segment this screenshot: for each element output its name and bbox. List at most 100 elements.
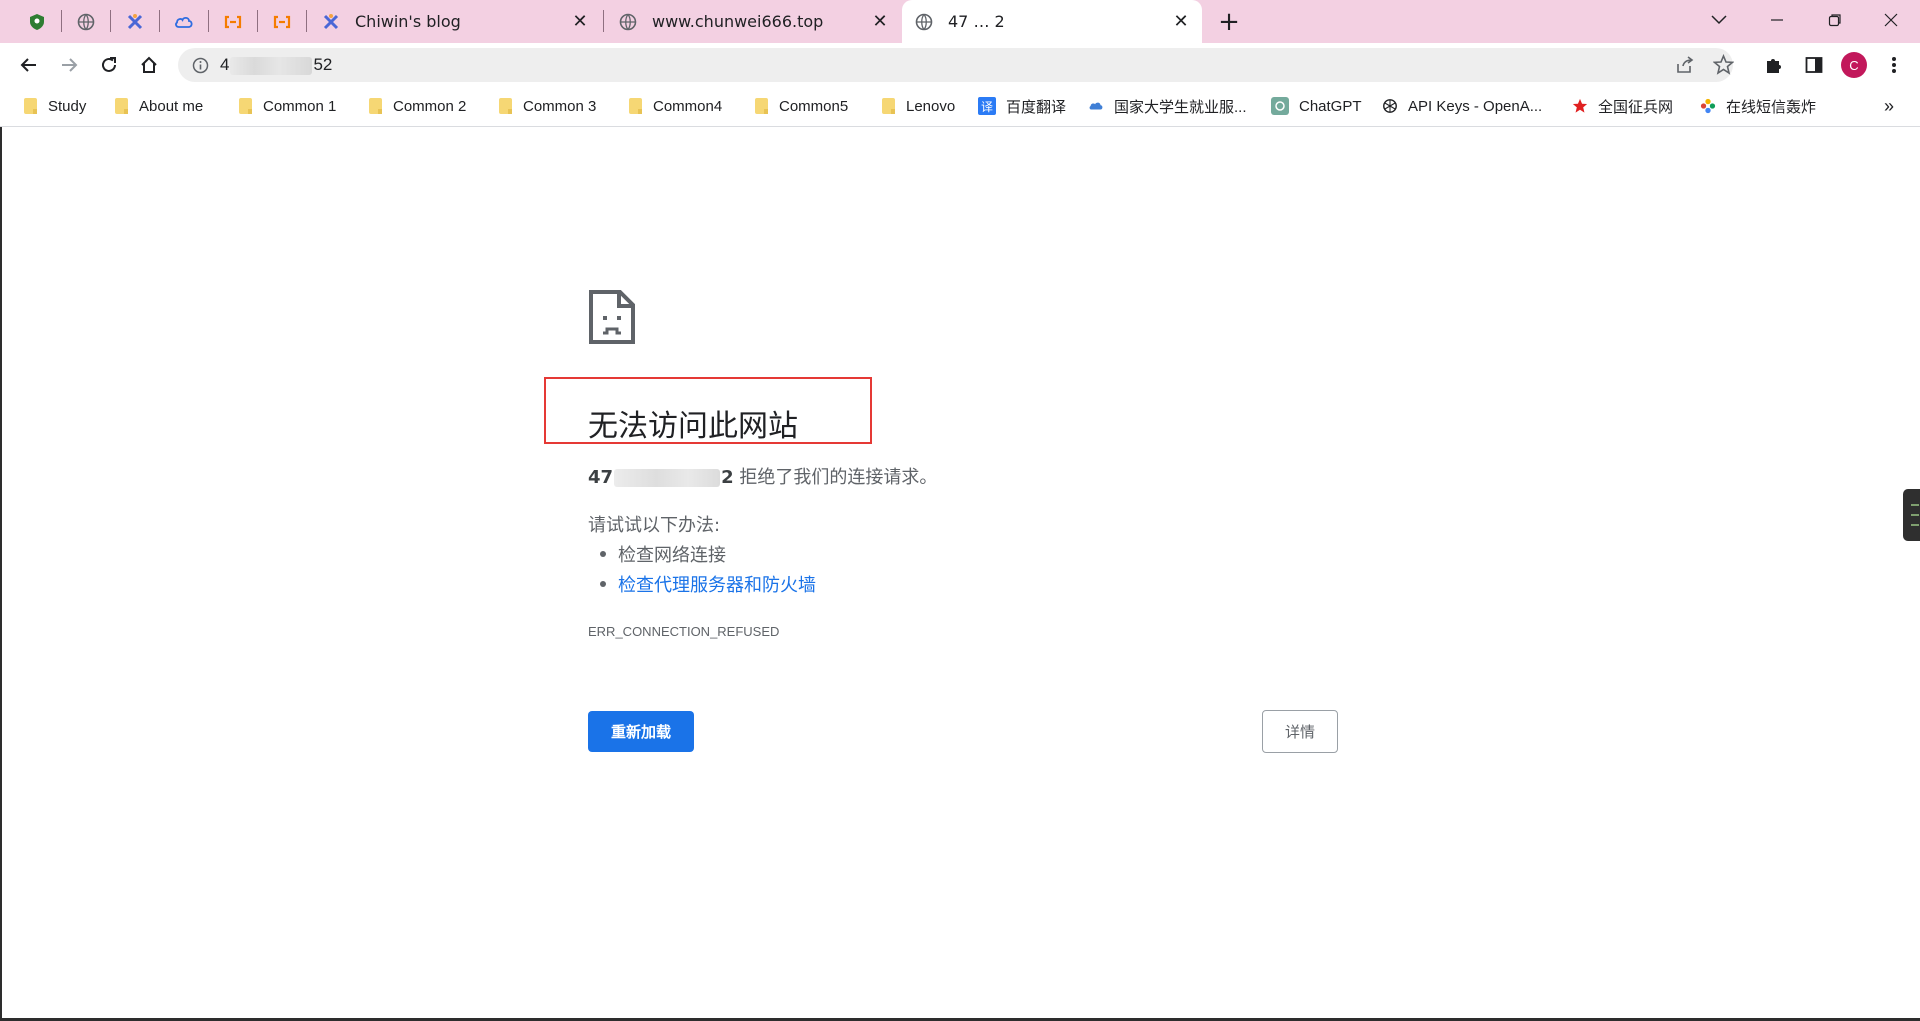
restore-button[interactable] (1806, 0, 1864, 40)
info-icon[interactable] (190, 55, 210, 75)
cloud-icon (1088, 98, 1104, 114)
reload-button[interactable]: 重新加载 (588, 711, 694, 752)
folder-icon (22, 98, 38, 114)
bookmark-folder-study[interactable]: Study (22, 86, 86, 126)
bookmark-folder-common-3[interactable]: Common 3 (497, 86, 596, 126)
tab-active-ip[interactable]: 47 … 2 ✕ (902, 0, 1202, 43)
home-icon (141, 56, 157, 73)
pinned-tab-5[interactable] (209, 0, 257, 43)
tab-search-button[interactable] (1690, 0, 1748, 40)
bookmark-folder-common-1[interactable]: Common 1 (237, 86, 336, 126)
back-button[interactable] (11, 47, 47, 83)
bookmarks-bar: Study About me Common 1 Common 2 Common … (0, 86, 1920, 127)
folder-icon (880, 98, 896, 114)
home-button[interactable] (131, 47, 167, 83)
bookmark-folder-common5[interactable]: Common5 (753, 86, 848, 126)
side-panel-icon (1805, 57, 1823, 73)
pinned-tab-3[interactable] (111, 0, 159, 43)
bookmark-sms-site[interactable]: 在线短信轰炸 (1700, 86, 1816, 126)
globe-icon (618, 12, 638, 32)
suggestion-link-proxy-firewall[interactable]: 检查代理服务器和防火墙 (600, 571, 816, 597)
avatar: C (1841, 52, 1867, 78)
plus-icon: + (1218, 6, 1240, 37)
bookmark-star-icon[interactable] (1712, 53, 1735, 79)
close-tab-icon[interactable]: ✕ (869, 11, 891, 33)
share-icon[interactable] (1675, 55, 1695, 79)
arrow-left-icon (20, 58, 36, 72)
bookmark-chatgpt[interactable]: ChatGPT (1271, 86, 1362, 126)
minimize-button[interactable] (1748, 0, 1806, 40)
menu-button[interactable] (1876, 47, 1912, 83)
close-icon (1884, 13, 1898, 27)
url-text: 4 52 (220, 55, 333, 75)
forward-button[interactable] (51, 47, 87, 83)
new-tab-button[interactable]: + (1212, 0, 1246, 43)
extensions-button[interactable] (1756, 47, 1792, 83)
globe-icon (77, 13, 95, 30)
restore-icon (1828, 14, 1841, 27)
pinned-tab-1[interactable] (13, 0, 61, 43)
folder-icon (627, 98, 643, 114)
folder-icon (367, 98, 383, 114)
chevron-down-icon (1711, 15, 1727, 25)
tab-title: www.chunwei666.top (652, 12, 824, 31)
folder-icon (237, 98, 253, 114)
translate-icon: 译 (978, 97, 996, 115)
redacted-text (614, 469, 721, 487)
close-tab-icon[interactable]: ✕ (569, 11, 591, 33)
side-panel-button[interactable] (1796, 47, 1832, 83)
folder-icon (113, 98, 129, 114)
bookmark-folder-common4[interactable]: Common4 (627, 86, 722, 126)
bookmarks-overflow-button[interactable]: » (1884, 86, 1894, 126)
arrow-right-icon (62, 58, 78, 72)
globe-icon (914, 12, 934, 32)
bookmark-conscription-site[interactable]: 全国征兵网 (1572, 86, 1673, 126)
error-title: 无法访问此网站 (588, 409, 798, 444)
minimize-icon (1771, 19, 1783, 21)
bookmark-api-keys[interactable]: API Keys - OpenA... (1382, 86, 1542, 126)
error-message: 拒绝了我们的连接请求。 (739, 467, 938, 488)
pinned-tab-2[interactable] (62, 0, 110, 43)
shield-icon (30, 13, 44, 30)
tab-chiwins-blog[interactable]: Chiwin's blog ✕ (309, 0, 601, 43)
host-name: 47 2 (588, 467, 734, 488)
bookmark-baidu-translate[interactable]: 译百度翻译 (978, 86, 1066, 126)
pinned-tab-6[interactable] (258, 0, 306, 43)
redacted-text (230, 56, 313, 75)
app-logo-icon (127, 13, 143, 29)
app-logo-icon (321, 12, 341, 32)
folder-icon (497, 98, 513, 114)
sad-page-icon (589, 290, 635, 344)
close-tab-icon[interactable]: ✕ (1170, 11, 1192, 33)
star-icon (1572, 98, 1588, 114)
tab-title: 47 … 2 (948, 12, 1005, 31)
error-page: 无法访问此网站 47 2 拒绝了我们的连接请求。 请试试以下办法: 检查网络连接 … (0, 127, 1920, 1021)
bullet-icon (600, 581, 606, 587)
pinned-tab-4[interactable] (160, 0, 208, 43)
bookmark-folder-common-2[interactable]: Common 2 (367, 86, 466, 126)
close-window-button[interactable] (1862, 0, 1920, 40)
side-floating-widget[interactable] (1903, 489, 1920, 541)
bookmark-folder-about-me[interactable]: About me (113, 86, 203, 126)
tab-title: Chiwin's blog (355, 12, 461, 31)
brackets-icon (273, 15, 291, 28)
bullet-icon (600, 551, 606, 557)
suggestions-title: 请试试以下办法: (588, 515, 721, 536)
error-code: ERR_CONNECTION_REFUSED (588, 624, 780, 639)
reload-toolbar-button[interactable] (91, 47, 127, 83)
flower-icon (1700, 98, 1716, 114)
folder-icon (753, 98, 769, 114)
bookmark-employment-service[interactable]: 国家大学生就业服... (1088, 86, 1247, 126)
puzzle-icon (1767, 59, 1781, 73)
kebab-menu-icon (1892, 57, 1896, 73)
details-button[interactable]: 详情 (1262, 710, 1338, 753)
brackets-icon (224, 15, 242, 28)
profile-button[interactable]: C (1836, 47, 1872, 83)
tab-strip: Chiwin's blog ✕ www.chunwei666.top ✕ 47 … (0, 0, 1920, 43)
reload-icon (102, 57, 116, 72)
tab-chunwei666[interactable]: www.chunwei666.top ✕ (606, 0, 901, 43)
error-description: 47 2 拒绝了我们的连接请求。 (588, 463, 937, 489)
bookmark-folder-lenovo[interactable]: Lenovo (880, 86, 955, 126)
address-bar[interactable]: 4 52 (178, 48, 1735, 82)
openai-icon (1382, 98, 1398, 114)
